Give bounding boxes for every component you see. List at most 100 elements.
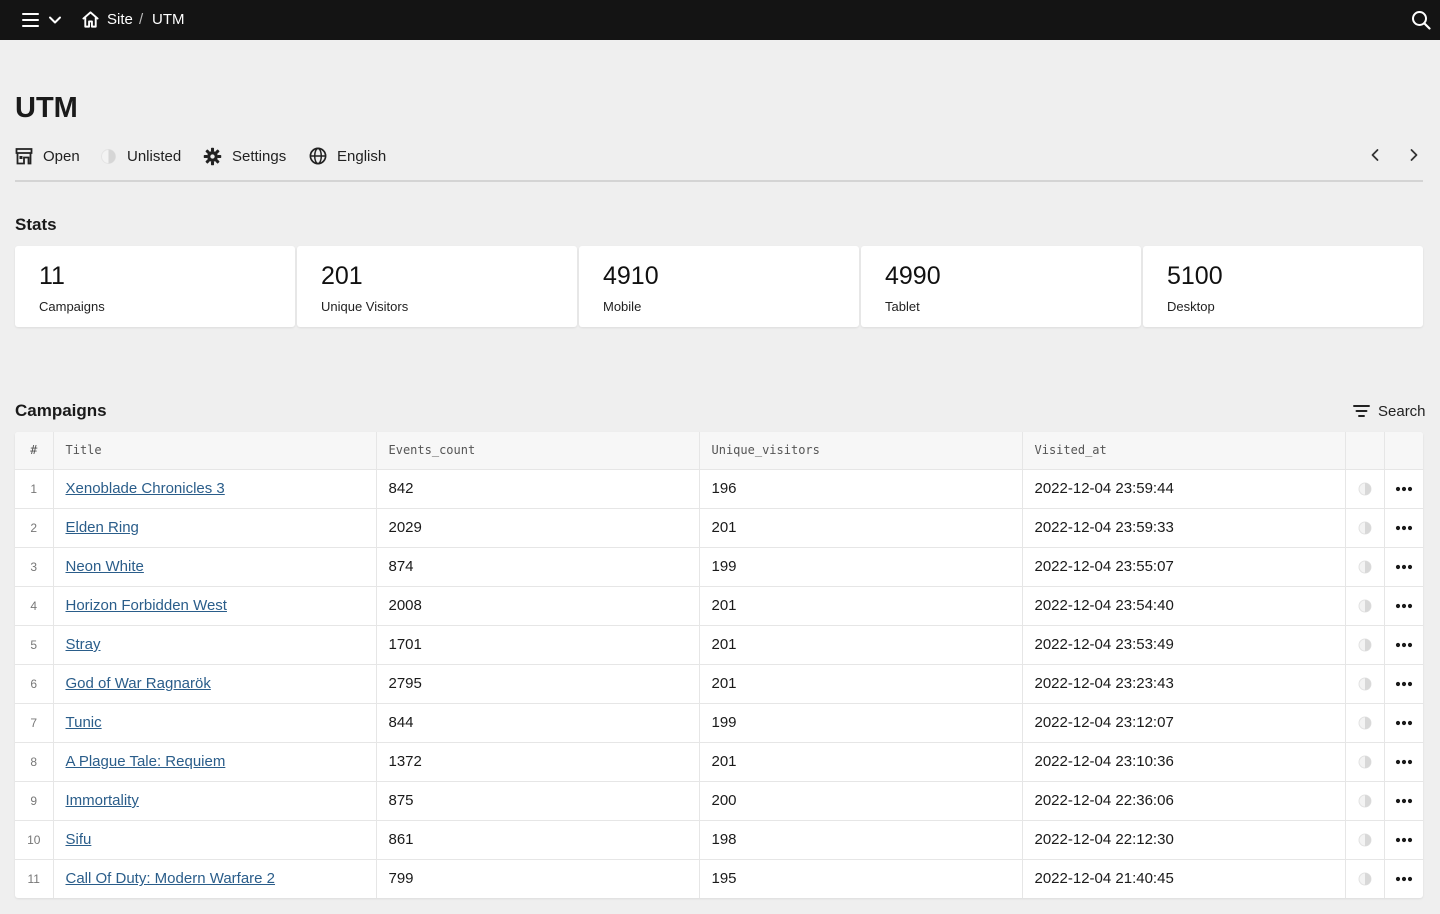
row-unique-visitors: 198 [699,820,1023,860]
row-unique-visitors: 201 [699,508,1023,548]
table-row[interactable]: 4 Horizon Forbidden West 2008 201 2022-12-04… [15,586,1423,626]
table-row[interactable]: 7 Tunic 844 199 2022-12-04 23:12:07 [15,703,1423,743]
table-row[interactable]: 1 Xenoblade Chronicles 3 842 196 2022-12-04 … [15,469,1423,509]
campaign-title-link[interactable]: Horizon Forbidden West [66,597,227,614]
language-label: English [337,147,387,165]
half-circle-icon[interactable] [1358,755,1372,769]
row-status-cell [1345,820,1385,860]
more-horizontal-icon[interactable] [1395,876,1413,882]
more-horizontal-icon[interactable] [1395,720,1413,726]
globe-icon [309,147,327,165]
stat-card-desktop: 5100 Desktop [1143,246,1423,327]
row-index: 8 [15,742,54,782]
row-actions-cell [1384,625,1423,665]
stat-value: 11 [39,262,65,290]
half-circle-icon[interactable] [1358,677,1372,691]
stats-heading: Stats [15,215,57,234]
more-horizontal-icon[interactable] [1395,564,1413,570]
breadcrumb-site[interactable]: Site [107,11,133,28]
search-filter-button[interactable]: Search [1353,401,1426,421]
row-events-count: 842 [376,469,700,509]
settings-label: Settings [232,147,287,165]
half-circle-icon[interactable] [1358,833,1372,847]
toolbar-divider [15,180,1423,182]
row-events-count: 1701 [376,625,700,665]
table-row[interactable]: 9 Immortality 875 200 2022-12-04 22:36:06 [15,781,1423,821]
row-unique-visitors: 201 [699,664,1023,704]
half-circle-icon[interactable] [1358,521,1372,535]
stat-value: 4910 [603,262,659,290]
stat-card-unique-visitors: 201 Unique Visitors [297,246,577,327]
column-header-actions [1384,432,1423,470]
column-header-title[interactable]: Title [53,432,377,470]
half-circle-icon[interactable] [1358,560,1372,574]
half-circle-icon [101,148,116,164]
half-circle-icon[interactable] [1358,482,1372,496]
row-events-count: 844 [376,703,700,743]
row-visited-at: 2022-12-04 23:54:40 [1022,586,1346,626]
row-unique-visitors: 200 [699,781,1023,821]
row-title-cell: Immortality [53,781,377,821]
campaign-title-link[interactable]: Call Of Duty: Modern Warfare 2 [66,870,276,887]
row-events-count: 2795 [376,664,700,704]
search-icon[interactable] [1411,10,1431,30]
settings-button[interactable]: Settings [203,146,286,166]
language-selector[interactable]: English [309,146,386,166]
chevron-left-icon[interactable] [1367,147,1383,163]
chevron-right-icon[interactable] [1406,147,1422,163]
campaign-title-link[interactable]: Neon White [66,558,144,575]
column-header-visited-at[interactable]: Visited_at [1022,432,1346,470]
row-title-cell: Tunic [53,703,377,743]
campaign-title-link[interactable]: Sifu [66,831,92,848]
row-status-cell [1345,664,1385,704]
half-circle-icon[interactable] [1358,716,1372,730]
table-row[interactable]: 5 Stray 1701 201 2022-12-04 23:53:49 [15,625,1423,665]
campaign-title-link[interactable]: Xenoblade Chronicles 3 [66,480,225,497]
row-actions-cell [1384,742,1423,782]
campaign-title-link[interactable]: A Plague Tale: Requiem [66,753,226,770]
table-row[interactable]: 10 Sifu 861 198 2022-12-04 22:12:30 [15,820,1423,860]
half-circle-icon[interactable] [1358,638,1372,652]
campaign-title-link[interactable]: Immortality [66,792,139,809]
more-horizontal-icon[interactable] [1395,759,1413,765]
row-title-cell: Horizon Forbidden West [53,586,377,626]
more-horizontal-icon[interactable] [1395,798,1413,804]
table-row[interactable]: 2 Elden Ring 2029 201 2022-12-04 23:59:33 [15,508,1423,548]
campaign-title-link[interactable]: Tunic [66,714,102,731]
more-horizontal-icon[interactable] [1395,486,1413,492]
half-circle-icon[interactable] [1358,872,1372,886]
breadcrumb-utm[interactable]: UTM [152,11,185,28]
open-button[interactable]: Open [15,146,80,166]
table-row[interactable]: 6 God of War Ragnarök 2795 201 2022-12-04 23… [15,664,1423,704]
half-circle-icon[interactable] [1358,794,1372,808]
more-horizontal-icon[interactable] [1395,525,1413,531]
menu-icon[interactable] [21,11,41,29]
more-horizontal-icon[interactable] [1395,603,1413,609]
chevron-down-icon[interactable] [48,13,62,27]
table-row[interactable]: 3 Neon White 874 199 2022-12-04 23:55:07 [15,547,1423,587]
home-icon[interactable] [81,10,100,29]
stat-value: 4990 [885,262,941,290]
row-visited-at: 2022-12-04 23:12:07 [1022,703,1346,743]
row-index: 4 [15,586,54,626]
row-actions-cell [1384,547,1423,587]
table-row[interactable]: 8 A Plague Tale: Requiem 1372 201 2022-12-04… [15,742,1423,782]
column-header-unique-visitors[interactable]: Unique_visitors [699,432,1023,470]
stat-card-mobile: 4910 Mobile [579,246,859,327]
table-row[interactable]: 11 Call Of Duty: Modern Warfare 2 799 195 20… [15,859,1423,898]
more-horizontal-icon[interactable] [1395,681,1413,687]
campaign-title-link[interactable]: Elden Ring [66,519,139,536]
row-actions-cell [1384,820,1423,860]
more-horizontal-icon[interactable] [1395,837,1413,843]
half-circle-icon[interactable] [1358,599,1372,613]
column-header-index[interactable]: # [15,432,54,470]
campaign-title-link[interactable]: God of War Ragnarök [66,675,211,692]
more-horizontal-icon[interactable] [1395,642,1413,648]
breadcrumb-separator: / [139,11,144,28]
column-header-events-count[interactable]: Events_count [376,432,700,470]
unlisted-toggle[interactable]: Unlisted [100,146,181,166]
row-index: 1 [15,469,54,509]
row-index: 3 [15,547,54,587]
row-unique-visitors: 199 [699,703,1023,743]
campaign-title-link[interactable]: Stray [66,636,101,653]
